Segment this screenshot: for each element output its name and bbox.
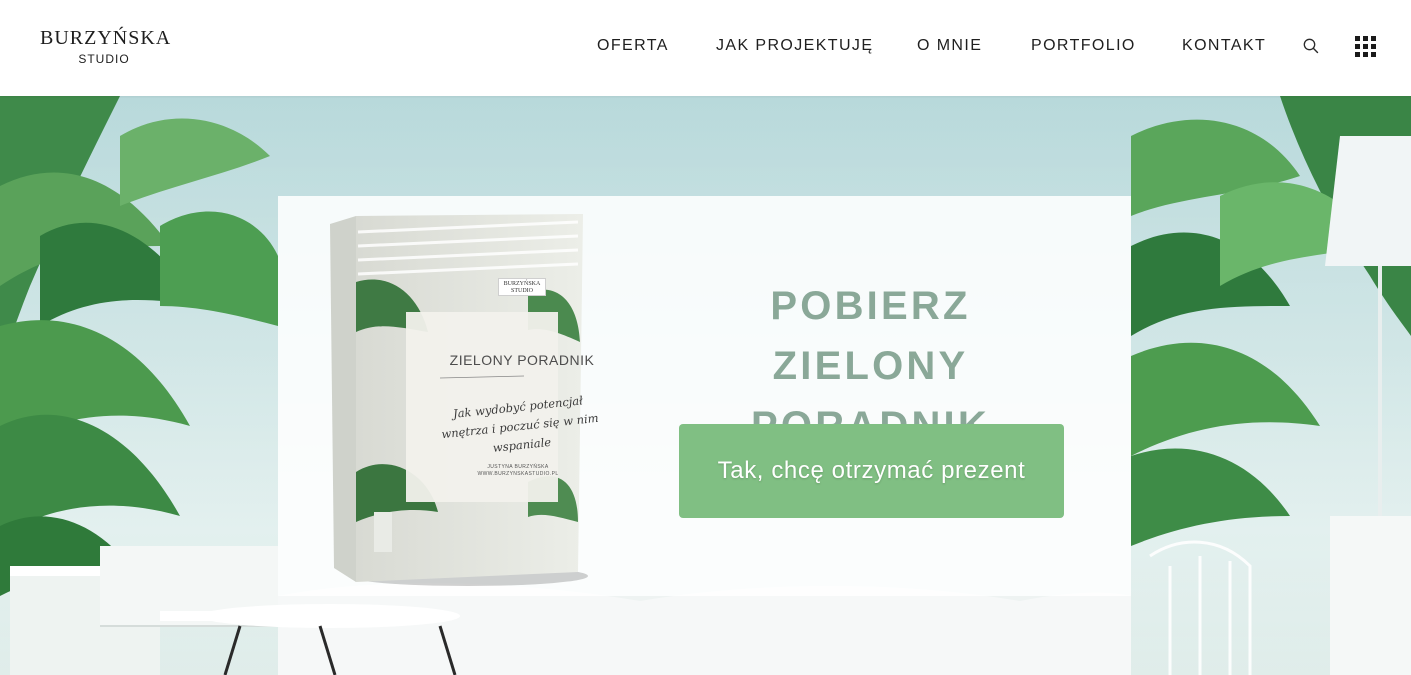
- nav-item-kontakt[interactable]: KONTAKT: [1182, 34, 1266, 58]
- logo-main-text: BURZYŃSKA: [40, 27, 172, 49]
- site-header: BURZYŃSKA STUDIO OFERTA JAK PROJEKTUJĘ O…: [0, 0, 1411, 96]
- promo-card: BURZYŃSKA STUDIO ZIELONY PORADNIK Jak wy…: [278, 196, 1131, 596]
- book-author: JUSTYNA BURZYŃSKA: [487, 464, 549, 470]
- guide-book-cover: BURZYŃSKA STUDIO ZIELONY PORADNIK Jak wy…: [328, 212, 599, 586]
- nav-item-jak-projektuje[interactable]: JAK PROJEKTUJĘ: [716, 34, 873, 58]
- nav-item-portfolio[interactable]: PORTFOLIO: [1031, 34, 1136, 58]
- book-website: WWW.BURZYNSKASTUDIO.PL: [477, 471, 559, 477]
- nav-item-o-mnie[interactable]: O MNIE: [917, 34, 982, 58]
- nav-item-oferta[interactable]: OFERTA: [597, 34, 669, 58]
- search-icon[interactable]: [1302, 37, 1320, 55]
- book-author-info: JUSTYNA BURZYŃSKA WWW.BURZYNSKASTUDIO.PL: [458, 464, 578, 478]
- grid-menu-icon[interactable]: [1355, 36, 1376, 57]
- book-brand-badge: BURZYŃSKA STUDIO: [498, 278, 546, 296]
- book-title: ZIELONY PORADNIK: [449, 352, 595, 368]
- logo-sub-text: STUDIO: [78, 52, 130, 66]
- get-gift-button[interactable]: Tak, chcę otrzymać prezent: [679, 424, 1064, 518]
- hero-section: BURZYŃSKA STUDIO ZIELONY PORADNIK Jak wy…: [0, 96, 1411, 675]
- site-logo[interactable]: BURZYŃSKA STUDIO: [40, 26, 172, 70]
